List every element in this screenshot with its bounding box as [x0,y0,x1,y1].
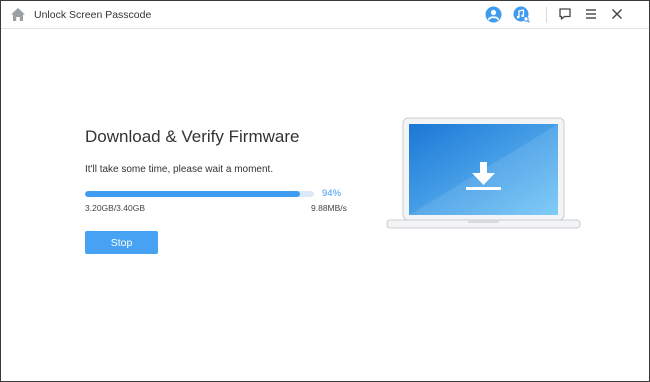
feedback-icon[interactable] [558,7,572,21]
stop-button[interactable]: Stop [85,231,158,254]
account-icon[interactable] [485,6,502,23]
app-window: Unlock Screen Passcode Download & Verify… [0,0,650,382]
wait-message: It'll take some time, please wait a mome… [85,164,274,175]
menu-icon[interactable] [584,7,598,21]
app-title: Unlock Screen Passcode [34,9,152,21]
titlebar-divider [546,7,547,23]
close-icon[interactable] [610,7,624,21]
laptop-download-illustration [386,117,581,229]
download-progress-bar [85,191,314,197]
download-speed: 9.88MB/s [311,203,347,213]
progress-percent: 94% [322,188,342,199]
download-size: 3.20GB/3.40GB [85,203,146,213]
title-bar: Unlock Screen Passcode [1,1,649,29]
home-icon[interactable] [10,7,26,22]
music-search-icon[interactable] [513,6,530,23]
page-title: Download & Verify Firmware [85,127,300,146]
progress-fill [85,191,301,197]
